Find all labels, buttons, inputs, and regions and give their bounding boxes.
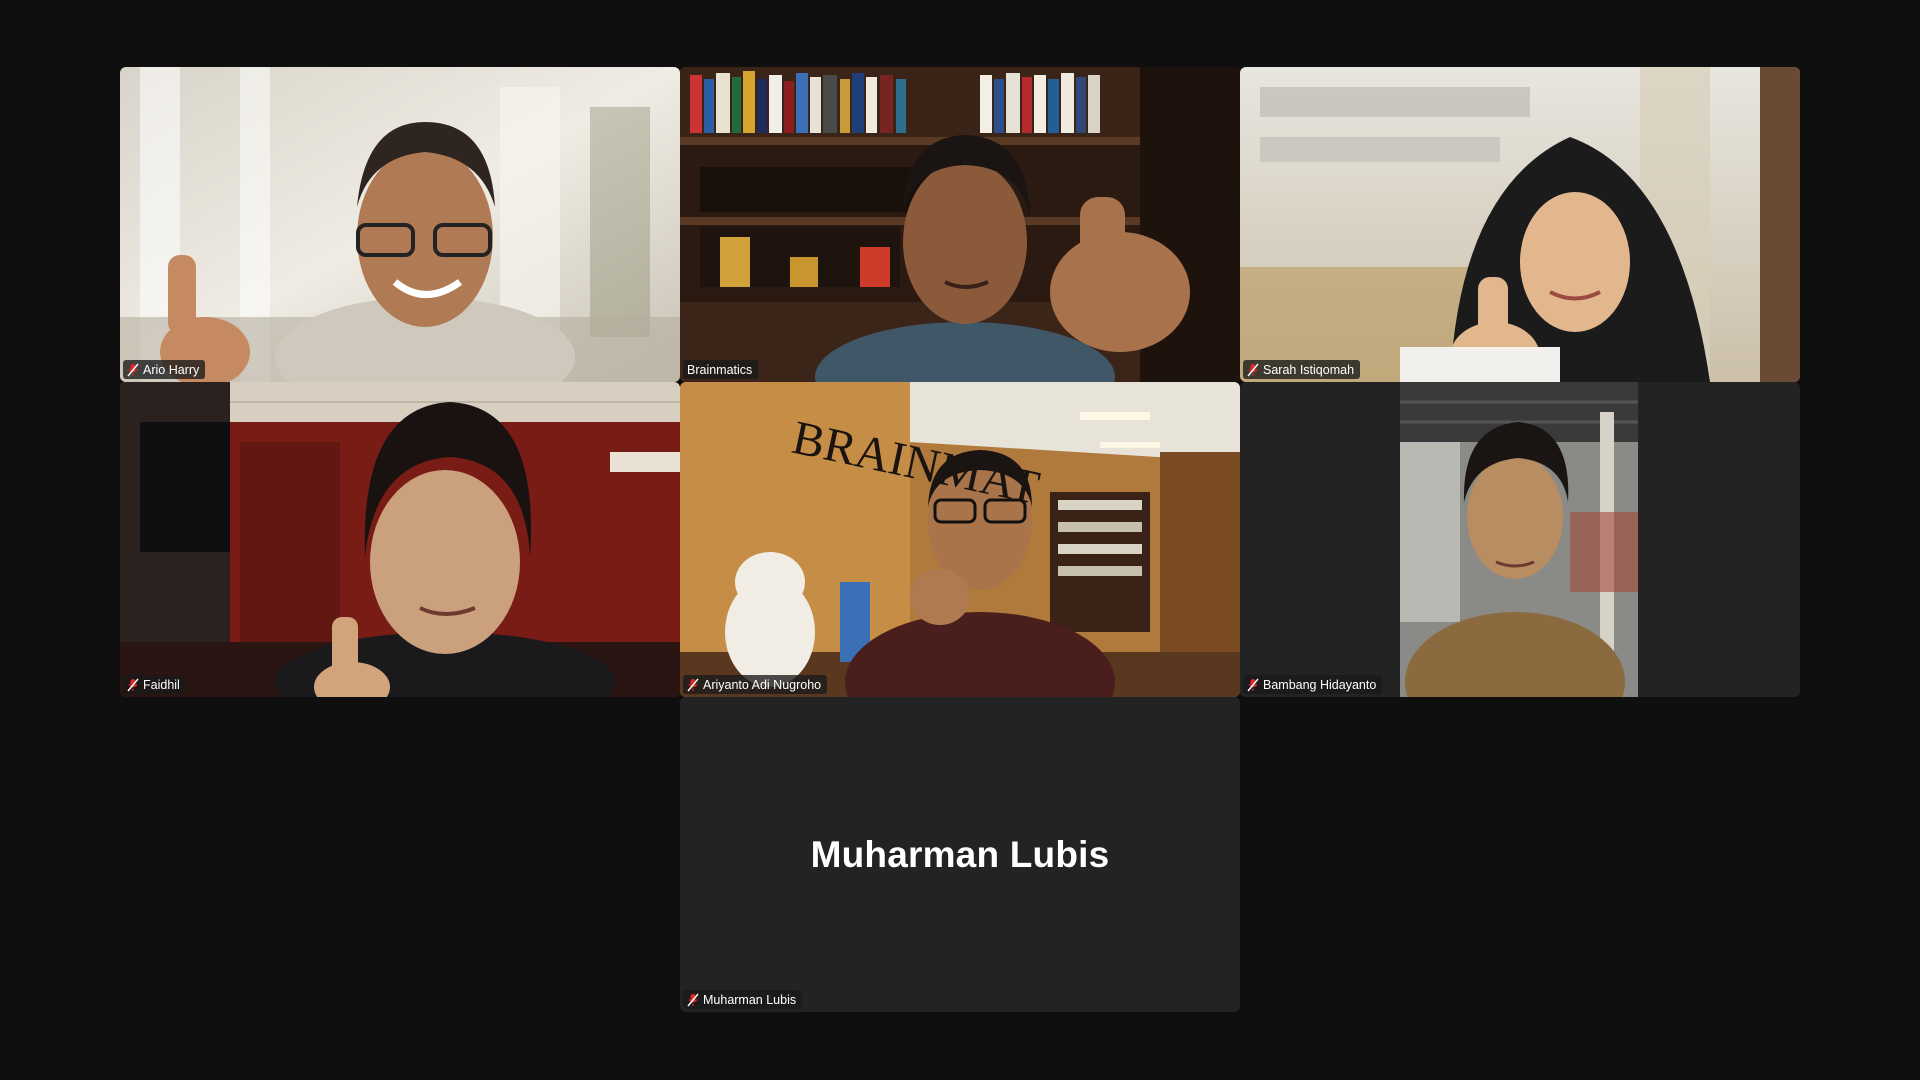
participant-grid: Ario Harry Brainmatics Sarah Istiqomah F… [120, 67, 1800, 1012]
participant-name: Bambang Hidayanto [1263, 677, 1377, 692]
participant-video [1400, 382, 1638, 697]
participant-tile-bambang-hidayanto[interactable]: Bambang Hidayanto [1240, 382, 1800, 697]
mic-muted-icon [127, 678, 139, 692]
participant-name: Faidhil [143, 677, 180, 692]
participant-name-tag: Ario Harry [123, 360, 206, 379]
participant-video [1240, 67, 1800, 382]
participant-name: Ariyanto Adi Nugroho [703, 677, 822, 692]
participant-name-tag: Faidhil [123, 675, 186, 694]
participant-tile-brainmatics[interactable]: Brainmatics [680, 67, 1240, 382]
participant-name: Ario Harry [143, 362, 200, 377]
participant-name-tag: Bambang Hidayanto [1243, 675, 1383, 694]
participant-name: Sarah Istiqomah [1263, 362, 1355, 377]
mic-muted-icon [1247, 678, 1259, 692]
participant-name-tag: Ariyanto Adi Nugroho [683, 675, 828, 694]
participant-tile-ariyanto-adi-nugroho[interactable]: BRAINMAT Ariyanto Adi Nugroho [680, 382, 1240, 697]
participant-name-tag: Muharman Lubis [683, 990, 803, 1009]
participant-tile-muharman-lubis[interactable]: Muharman Lubis Muharman Lubis [680, 697, 1240, 1012]
participant-name-tag: Brainmatics [683, 360, 759, 379]
mic-muted-icon [687, 678, 699, 692]
participant-name-tag: Sarah Istiqomah [1243, 360, 1361, 379]
participant-display-name: Muharman Lubis [810, 833, 1110, 875]
video-gallery: Ario Harry Brainmatics Sarah Istiqomah F… [0, 0, 1920, 1080]
participant-video [680, 67, 1240, 382]
participant-video [120, 382, 680, 697]
participant-name: Brainmatics [687, 362, 753, 377]
participant-tile-faidhil[interactable]: Faidhil [120, 382, 680, 697]
participant-tile-sarah-istiqomah[interactable]: Sarah Istiqomah [1240, 67, 1800, 382]
mic-muted-icon [687, 993, 699, 1007]
mic-muted-icon [1247, 363, 1259, 377]
mic-muted-icon [127, 363, 139, 377]
participant-video [120, 67, 680, 382]
participant-tile-ario-harry[interactable]: Ario Harry [120, 67, 680, 382]
participant-name: Muharman Lubis [703, 992, 797, 1007]
participant-video: BRAINMAT [680, 382, 1240, 697]
